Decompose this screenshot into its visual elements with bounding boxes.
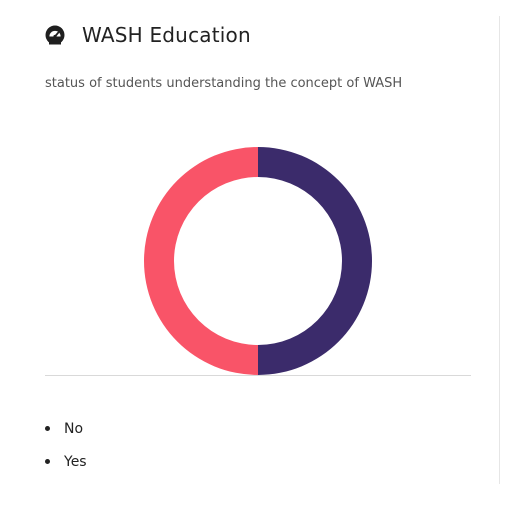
card-border: [499, 16, 500, 484]
legend-item-yes[interactable]: Yes: [45, 445, 87, 478]
donut-slice-yes[interactable]: [258, 147, 372, 375]
donut-slice-no[interactable]: [144, 147, 258, 375]
legend-label-yes: Yes: [64, 453, 87, 470]
wash-education-card: WASH Education status of students unders…: [0, 0, 512, 510]
donut-chart: [144, 147, 372, 375]
legend-item-no[interactable]: No: [45, 412, 87, 445]
bullet-icon: [45, 426, 50, 431]
chart-legend: No Yes: [45, 412, 87, 478]
legend-label-no: No: [64, 420, 84, 437]
chart-divider: [45, 375, 471, 376]
bullet-icon: [45, 459, 50, 464]
